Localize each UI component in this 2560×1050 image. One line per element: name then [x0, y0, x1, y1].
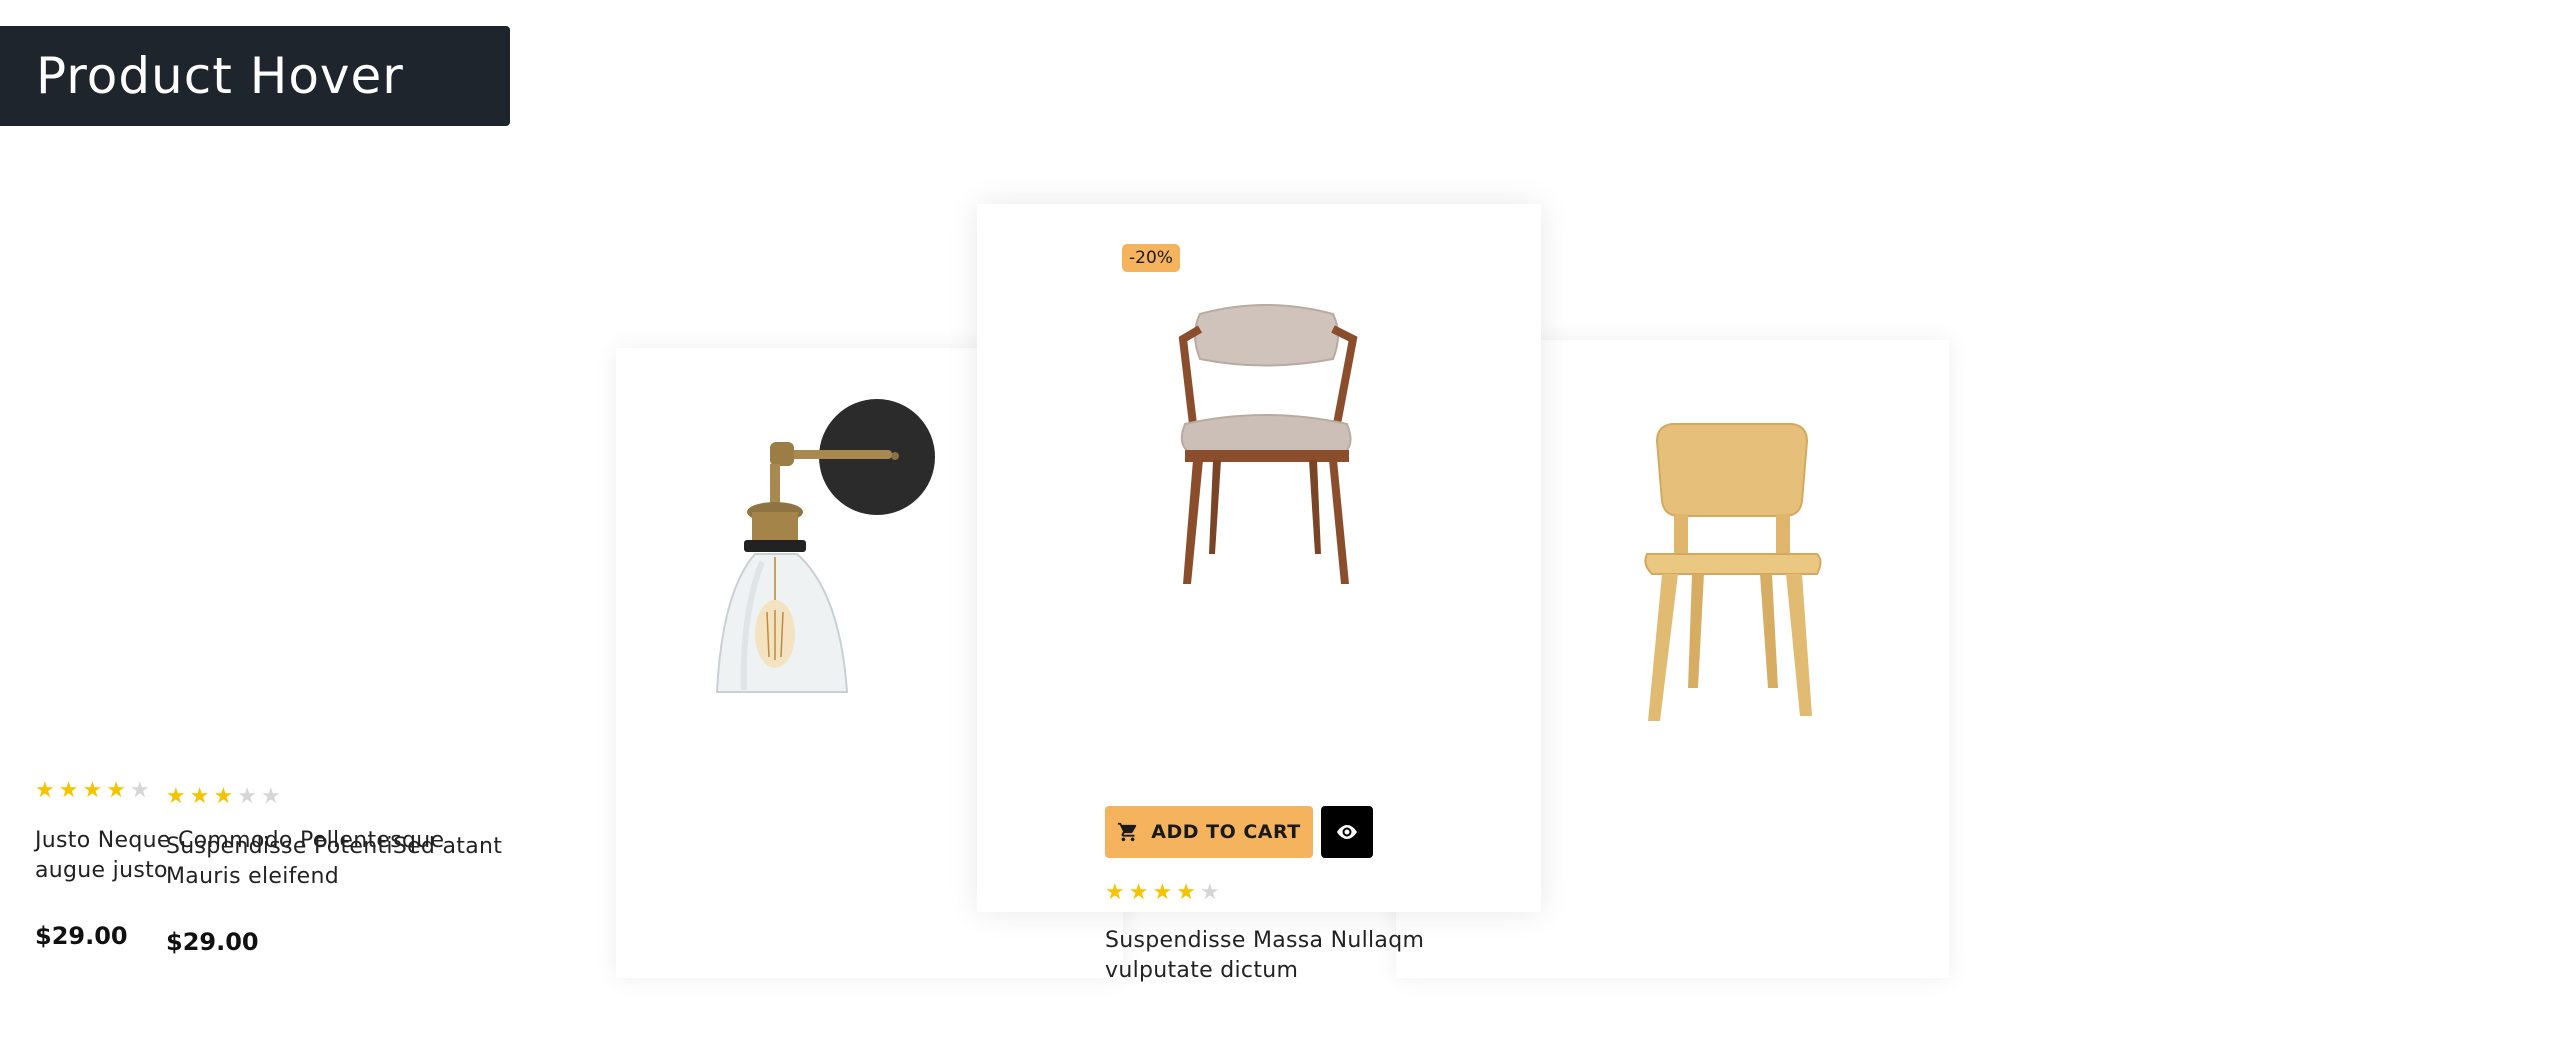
- star-filled-icon: ★: [1152, 880, 1173, 905]
- product-card-upholstered-chair[interactable]: -20% ★ ★ ★ ★ ★ Suspendisse Massa Nullaqm…: [977, 204, 1541, 983]
- star-empty-icon: ★: [260, 784, 281, 809]
- add-to-cart-button[interactable]: ADD TO CART: [1105, 806, 1313, 858]
- cart-icon: [1118, 822, 1137, 842]
- product-name-link[interactable]: Suspendisse Massa Nullaqm vulputate dict…: [1105, 926, 1525, 986]
- star-filled-icon: ★: [1176, 880, 1196, 905]
- product-price: $29.00: [166, 928, 259, 956]
- discount-badge: -20%: [1122, 244, 1180, 272]
- quick-view-button[interactable]: [1321, 806, 1373, 858]
- star-empty-icon: ★: [237, 784, 257, 809]
- star-filled-icon: ★: [82, 778, 103, 803]
- wall-lamp-image[interactable]: [652, 372, 964, 772]
- rating-stars: ★ ★ ★ ★ ★: [1105, 882, 1220, 904]
- star-filled-icon: ★: [1128, 880, 1149, 905]
- rating-stars: ★ ★ ★ ★ ★: [166, 786, 281, 808]
- star-filled-icon: ★: [213, 784, 234, 809]
- star-filled-icon: ★: [35, 778, 55, 803]
- page: Product Hover ★ ★ ★ ★ ★ Justo Neque Comm…: [0, 0, 2560, 1050]
- star-empty-icon: ★: [1199, 880, 1220, 905]
- wooden-chair-image[interactable]: [1562, 376, 1887, 776]
- star-filled-icon: ★: [1105, 880, 1125, 905]
- star-filled-icon: ★: [189, 784, 210, 809]
- star-filled-icon: ★: [58, 778, 79, 803]
- product-name-link[interactable]: Suspendisse PotentiSed atant Mauris elei…: [166, 832, 546, 892]
- page-title-banner: Product Hover: [0, 26, 510, 126]
- star-filled-icon: ★: [106, 778, 126, 803]
- eye-icon: [1337, 825, 1357, 839]
- rating-stars: ★ ★ ★ ★ ★: [35, 780, 150, 802]
- star-filled-icon: ★: [166, 784, 186, 809]
- product-price: $29.00: [35, 922, 128, 950]
- page-title: Product Hover: [36, 47, 404, 105]
- add-to-cart-label: ADD TO CART: [1151, 821, 1301, 843]
- upholstered-chair-image[interactable]: [1105, 284, 1425, 664]
- star-empty-icon: ★: [129, 778, 150, 803]
